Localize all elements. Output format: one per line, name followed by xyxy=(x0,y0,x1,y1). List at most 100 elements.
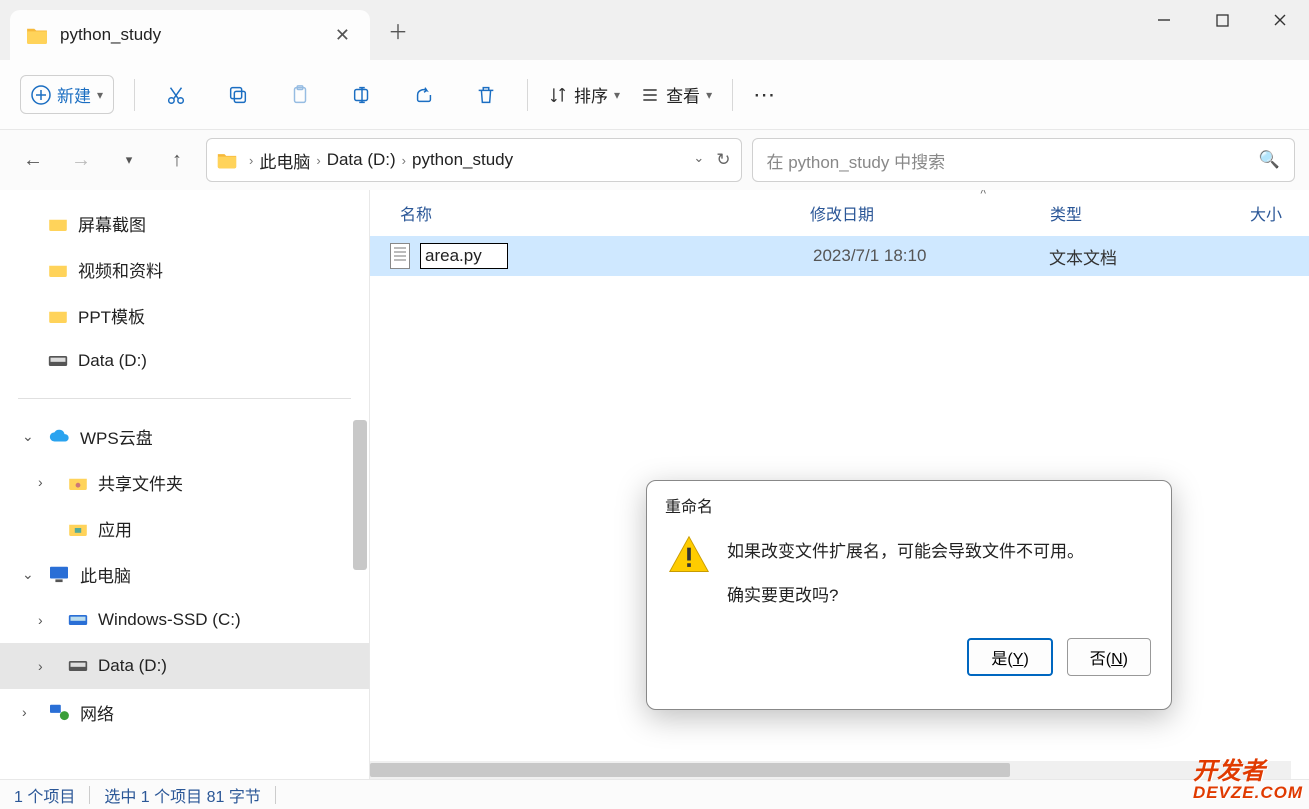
file-row[interactable]: area.py 2023/7/1 18:10 文本文档 xyxy=(370,236,1309,276)
minimize-button[interactable] xyxy=(1135,0,1193,40)
copy-button[interactable] xyxy=(217,74,259,116)
recent-chevron[interactable]: ▾ xyxy=(110,141,148,179)
sidebar: 屏幕截图 视频和资料 PPT模板 Data (D:) ⌄WPS云盘 ›共享文件夹… xyxy=(0,190,370,779)
rename-input[interactable]: area.py xyxy=(420,243,508,269)
cut-button[interactable] xyxy=(155,74,197,116)
breadcrumb-root[interactable]: 此电脑 xyxy=(259,148,310,173)
chevron-right-icon[interactable]: › xyxy=(316,153,320,168)
file-modified: 2023/7/1 18:10 xyxy=(809,246,1049,266)
chevron-down-icon: ▾ xyxy=(706,88,712,102)
nav-tree: 屏幕截图 视频和资料 PPT模板 Data (D:) ⌄WPS云盘 ›共享文件夹… xyxy=(0,190,369,745)
pc-icon xyxy=(48,565,70,583)
text-file-icon xyxy=(390,243,410,269)
tree-wps-shared[interactable]: ›共享文件夹 xyxy=(0,459,369,505)
sidebar-scrollbar[interactable] xyxy=(353,420,367,570)
scrollbar-thumb[interactable] xyxy=(370,763,1010,777)
dialog-line2: 确实要更改吗? xyxy=(727,583,1084,609)
sort-button[interactable]: 排序 ▾ xyxy=(548,82,620,107)
delete-button[interactable] xyxy=(465,74,507,116)
search-input[interactable]: 在 python_study 中搜索 🔍 xyxy=(752,138,1296,182)
horizontal-scrollbar[interactable] xyxy=(370,761,1291,779)
drive-icon xyxy=(48,355,68,367)
view-button[interactable]: 查看 ▾ xyxy=(640,82,712,107)
view-icon xyxy=(640,85,660,105)
expand-icon[interactable]: › xyxy=(38,612,43,628)
tree-drive-d[interactable]: ›Data (D:) xyxy=(0,643,369,689)
folder-icon xyxy=(26,26,48,44)
rename-dialog: 重命名 如果改变文件扩展名，可能会导致文件不可用。 确实要更改吗? 是(Y) 否… xyxy=(646,480,1172,710)
quick-item-data-d[interactable]: Data (D:) xyxy=(0,338,369,384)
column-size[interactable]: 大小 xyxy=(1250,201,1282,225)
dialog-yes-button[interactable]: 是(Y) xyxy=(967,638,1052,676)
navigation-row: ← → ▾ ↑ › 此电脑 › Data (D:) › python_study… xyxy=(0,130,1309,190)
up-button[interactable]: ↑ xyxy=(158,141,196,179)
search-placeholder: 在 python_study 中搜索 xyxy=(767,148,946,173)
search-icon[interactable]: 🔍 xyxy=(1259,150,1280,170)
quick-item-ppt[interactable]: PPT模板 xyxy=(0,292,369,338)
tree-this-pc[interactable]: ⌄此电脑 xyxy=(0,551,369,597)
quick-item-videos[interactable]: 视频和资料 xyxy=(0,246,369,292)
tree-wps-apps[interactable]: 应用 xyxy=(0,505,369,551)
chevron-down-icon: ▾ xyxy=(97,88,103,102)
toolbar-separator xyxy=(732,79,733,111)
expand-icon[interactable]: › xyxy=(38,474,43,490)
tab-close-button[interactable]: ✕ xyxy=(331,21,354,50)
cloud-icon xyxy=(48,428,70,444)
tab-current[interactable]: python_study ✕ xyxy=(10,10,370,60)
sort-indicator-icon: ˄ xyxy=(980,190,986,198)
forward-button[interactable]: → xyxy=(62,141,100,179)
window-controls xyxy=(1135,0,1309,40)
dialog-no-button[interactable]: 否(N) xyxy=(1067,638,1151,676)
collapse-icon[interactable]: ⌄ xyxy=(22,428,34,445)
column-headers: ˄ 名称 修改日期 类型 大小 xyxy=(370,190,1309,236)
chevron-right-icon[interactable]: › xyxy=(249,153,253,168)
refresh-button[interactable]: ↻ xyxy=(716,150,730,170)
paste-button[interactable] xyxy=(279,74,321,116)
plus-circle-icon xyxy=(31,85,51,105)
sort-icon xyxy=(548,85,568,105)
quick-item-screenshots[interactable]: 屏幕截图 xyxy=(0,200,369,246)
back-button[interactable]: ← xyxy=(14,141,52,179)
close-window-button[interactable] xyxy=(1251,0,1309,40)
new-button[interactable]: 新建 ▾ xyxy=(20,75,114,114)
toolbar: 新建 ▾ 排序 ▾ 查看 ▾ ⋯ xyxy=(0,60,1309,130)
new-tab-button[interactable]: ＋ xyxy=(378,10,418,50)
status-selection: 选中 1 个项目 81 字节 xyxy=(104,783,260,807)
view-label: 查看 xyxy=(666,82,700,107)
dialog-title: 重命名 xyxy=(647,481,1171,523)
share-button[interactable] xyxy=(403,74,445,116)
expand-icon[interactable]: › xyxy=(38,658,43,674)
collapse-icon[interactable]: ⌄ xyxy=(22,566,34,583)
network-icon xyxy=(48,703,70,721)
tree-drive-c[interactable]: ›Windows-SSD (C:) xyxy=(0,597,369,643)
chevron-right-icon[interactable]: › xyxy=(402,153,406,168)
address-dropdown-icon[interactable]: ⌄ xyxy=(693,150,704,170)
column-modified[interactable]: 修改日期 xyxy=(810,201,1050,225)
expand-icon[interactable]: › xyxy=(22,704,27,720)
folder-icon xyxy=(217,151,237,169)
status-item-count: 1 个项目 xyxy=(14,783,75,807)
dialog-text: 如果改变文件扩展名，可能会导致文件不可用。 确实要更改吗? xyxy=(727,533,1084,626)
new-label: 新建 xyxy=(57,82,91,107)
breadcrumb-drive[interactable]: Data (D:) xyxy=(327,150,396,170)
status-separator xyxy=(89,786,90,804)
tree-wps-cloud[interactable]: ⌄WPS云盘 xyxy=(0,413,369,459)
more-button[interactable]: ⋯ xyxy=(753,82,777,108)
column-type[interactable]: 类型 xyxy=(1050,201,1250,225)
rename-button[interactable] xyxy=(341,74,383,116)
file-type: 文本文档 xyxy=(1049,244,1249,269)
toolbar-separator xyxy=(134,79,135,111)
title-bar: python_study ✕ ＋ xyxy=(0,0,1309,60)
column-name[interactable]: 名称 xyxy=(400,201,810,225)
status-separator xyxy=(275,786,276,804)
breadcrumb-folder[interactable]: python_study xyxy=(412,150,513,170)
drive-icon xyxy=(68,614,88,626)
sort-label: 排序 xyxy=(574,82,608,107)
tree-separator xyxy=(18,398,351,399)
maximize-button[interactable] xyxy=(1193,0,1251,40)
tree-network[interactable]: ›网络 xyxy=(0,689,369,735)
dialog-line1: 如果改变文件扩展名，可能会导致文件不可用。 xyxy=(727,539,1084,565)
tab-title: python_study xyxy=(60,25,161,45)
status-bar: 1 个项目 选中 1 个项目 81 字节 xyxy=(0,779,1309,809)
address-bar[interactable]: › 此电脑 › Data (D:) › python_study ⌄ ↻ xyxy=(206,138,742,182)
